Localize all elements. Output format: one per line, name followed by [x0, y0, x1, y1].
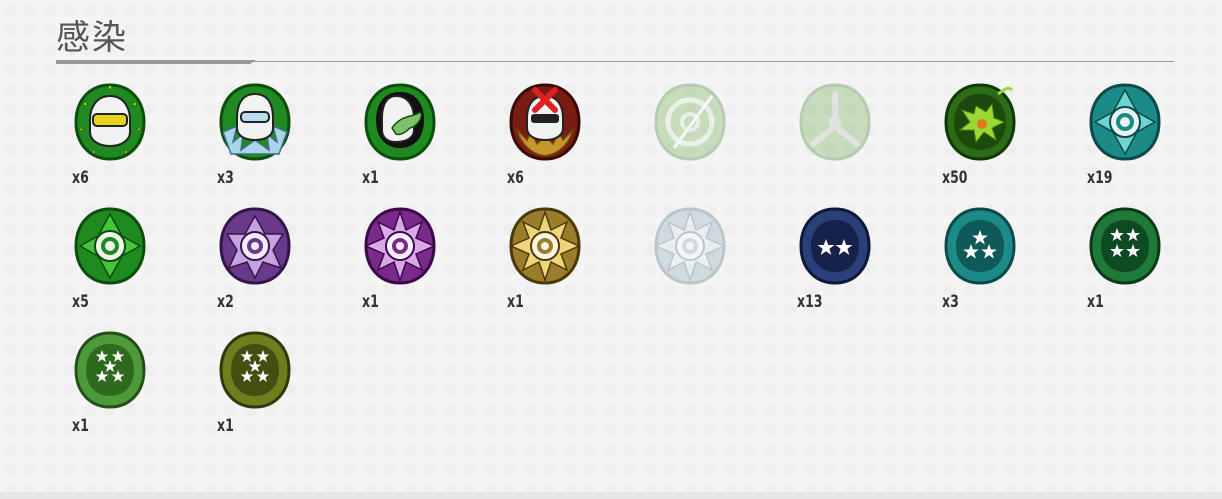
- medal-count: x1: [362, 292, 379, 312]
- medal-count: x3: [942, 292, 959, 312]
- helmet-visor-medal-icon: [74, 83, 146, 161]
- medal-count: x2: [217, 292, 234, 312]
- medal-five-star-olive[interactable]: x1: [201, 330, 311, 448]
- target-purple-spiked-medal-icon: [364, 207, 436, 285]
- target-green-medal-icon: [74, 207, 146, 285]
- five-star-green-medal-icon: [74, 331, 146, 409]
- medal-biohazard[interactable]: [781, 82, 891, 200]
- medal-count: x1: [217, 416, 234, 436]
- medal-count: x3: [217, 168, 234, 188]
- medal-count: x1: [72, 416, 89, 436]
- medal-infection-splat[interactable]: x50: [926, 82, 1036, 200]
- helmet-x-medal-icon: [509, 83, 581, 161]
- two-star-navy-medal-icon: [799, 207, 871, 285]
- medal-target-green[interactable]: x5: [56, 206, 166, 324]
- medal-biohazard-slash[interactable]: [636, 82, 746, 200]
- medal-three-star-teal[interactable]: x3: [926, 206, 1036, 324]
- target-silver-spiked-medal-icon: [654, 207, 726, 285]
- medal-helmet-wings[interactable]: x3: [201, 82, 311, 200]
- biohazard-medal-icon: [799, 83, 871, 161]
- medal-target-gold-spiked[interactable]: x1: [491, 206, 601, 324]
- medal-target-purple[interactable]: x2: [201, 206, 311, 324]
- medal-count: x6: [72, 168, 89, 188]
- page-title: 感染: [56, 18, 128, 58]
- medal-target-teal[interactable]: x19: [1071, 82, 1181, 200]
- medal-count: x19: [1087, 168, 1113, 188]
- medal-target-silver-spiked[interactable]: [636, 206, 746, 324]
- medal-two-star-navy[interactable]: x13: [781, 206, 891, 324]
- medal-count: x1: [1087, 292, 1104, 312]
- target-teal-medal-icon: [1089, 83, 1161, 161]
- medal-count: x50: [942, 168, 968, 188]
- target-gold-spiked-medal-icon: [509, 207, 581, 285]
- title-accent-bar: [56, 60, 256, 64]
- three-star-teal-medal-icon: [944, 207, 1016, 285]
- medal-helmet-visor[interactable]: x6: [56, 82, 166, 200]
- footer-strip: [0, 492, 1222, 499]
- medal-count: x1: [507, 292, 524, 312]
- medal-five-star-green[interactable]: x1: [56, 330, 166, 448]
- helmet-wings-medal-icon: [219, 83, 291, 161]
- medal-helmet-x[interactable]: x6: [491, 82, 601, 200]
- medal-count: x1: [362, 168, 379, 188]
- medal-count: x13: [797, 292, 823, 312]
- medal-target-purple-spiked[interactable]: x1: [346, 206, 456, 324]
- medal-count: x6: [507, 168, 524, 188]
- five-star-olive-medal-icon: [219, 331, 291, 409]
- infection-splat-medal-icon: [944, 83, 1016, 161]
- medal-four-star-green[interactable]: x1: [1071, 206, 1181, 324]
- medal-count: x5: [72, 292, 89, 312]
- target-purple-medal-icon: [219, 207, 291, 285]
- biohazard-slash-medal-icon: [654, 83, 726, 161]
- helmet-hand-medal-icon: [364, 83, 436, 161]
- medal-helmet-hand[interactable]: x1: [346, 82, 456, 200]
- four-star-green-medal-icon: [1089, 207, 1161, 285]
